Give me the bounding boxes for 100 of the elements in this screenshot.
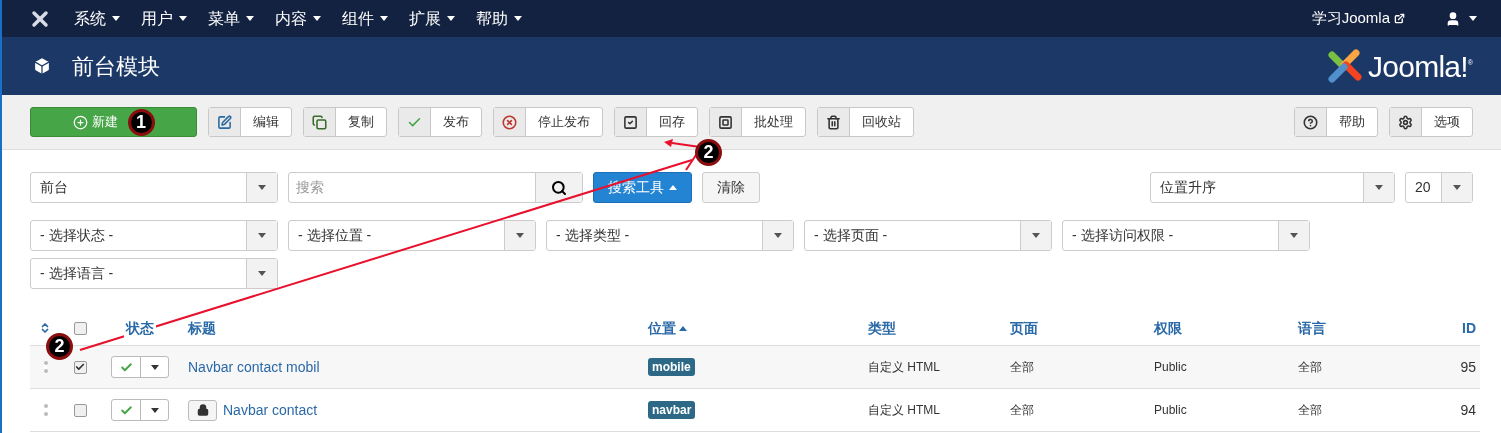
toolbar-button[interactable]: 选项 — [1389, 107, 1473, 137]
position-badge: navbar — [648, 401, 696, 419]
cube-icon — [32, 56, 52, 76]
trash-icon — [826, 114, 841, 130]
status-button[interactable] — [111, 399, 169, 421]
step-marker: 1 — [127, 108, 155, 136]
table-cell: 全部 — [1010, 360, 1034, 374]
page-title: 前台模块 — [72, 52, 160, 81]
toolbar-button[interactable]: 发布 — [398, 107, 482, 137]
caret-icon — [447, 16, 455, 21]
close-icon — [502, 114, 517, 130]
edit-icon — [217, 114, 232, 130]
drag-handle-icon[interactable] — [43, 404, 47, 416]
caret-icon — [774, 233, 782, 238]
toolbar-button[interactable]: 复制 — [303, 107, 387, 137]
column-header[interactable]: 权限 — [1154, 317, 1182, 339]
lock-icon — [196, 404, 209, 416]
menu-item[interactable]: 系统 — [74, 6, 120, 31]
drag-handle-icon[interactable] — [43, 361, 47, 373]
caret-icon — [516, 233, 524, 238]
title-link[interactable]: Navbar contact mobil — [188, 356, 320, 378]
caret-icon — [112, 16, 120, 21]
sort-icon[interactable] — [39, 322, 51, 334]
caret-icon — [380, 16, 388, 21]
table-cell: 自定义 HTML — [868, 403, 940, 417]
search-field[interactable]: 搜索 — [288, 172, 583, 203]
user-icon — [1445, 10, 1461, 27]
menu-item[interactable]: 帮助 — [476, 6, 522, 31]
logo-text: Joomla! — [1368, 48, 1468, 85]
lock-button[interactable] — [188, 399, 217, 421]
column-header[interactable]: 类型 — [868, 317, 896, 339]
caret-icon — [514, 16, 522, 21]
search-input[interactable]: 搜索 — [289, 173, 535, 202]
position-badge: mobile — [648, 358, 695, 376]
table-cell: 全部 — [1010, 403, 1034, 417]
title-link[interactable]: Navbar contact — [223, 399, 318, 421]
caret-icon — [1290, 233, 1298, 238]
menu-item[interactable]: 内容 — [275, 6, 321, 31]
new-button[interactable]: 新建 1 — [30, 107, 197, 137]
table-cell: 自定义 HTML — [868, 360, 940, 374]
site-link[interactable]: 学习Joomla — [1311, 7, 1405, 30]
check-icon — [119, 403, 133, 417]
select-field[interactable]: 前台 — [30, 172, 278, 203]
table-cell: 全部 — [1298, 360, 1322, 374]
toolbar-button[interactable]: 编辑 — [208, 107, 292, 137]
column-header[interactable]: 标题 — [188, 317, 216, 339]
column-header[interactable]: 语言 — [1298, 317, 1326, 339]
copy-icon — [312, 114, 327, 130]
help-icon — [1303, 114, 1318, 130]
check-icon — [119, 360, 133, 374]
caret-icon — [1453, 185, 1461, 190]
toolbar-button[interactable]: 回收站 — [817, 107, 914, 137]
checkbox[interactable] — [73, 321, 87, 335]
menu-item[interactable]: 组件 — [342, 6, 388, 31]
menu-item[interactable]: 菜单 — [208, 6, 254, 31]
caret-icon — [258, 185, 266, 190]
table-cell: Public — [1154, 403, 1187, 417]
checkbox[interactable] — [73, 360, 87, 374]
select-field[interactable]: - 选择语言 - — [30, 258, 278, 289]
checkbox-icon — [623, 114, 638, 130]
select-field[interactable]: - 选择位置 - — [288, 220, 536, 251]
select-field[interactable]: - 选择访问权限 - — [1062, 220, 1310, 251]
clear-button[interactable]: 清除 — [702, 172, 760, 203]
table-cell: 全部 — [1298, 403, 1322, 417]
checkbox[interactable] — [73, 403, 87, 417]
column-header[interactable]: 页面 — [1010, 317, 1038, 339]
caret-icon — [258, 271, 266, 276]
select-field[interactable]: - 选择类型 - — [546, 220, 794, 251]
column-header[interactable]: ID — [1462, 317, 1476, 339]
caret-icon — [150, 364, 159, 370]
table-cell: Public — [1154, 360, 1187, 374]
select-field[interactable]: 位置升序 — [1150, 172, 1395, 203]
settings-icon — [1398, 114, 1413, 130]
caret-icon — [1032, 233, 1040, 238]
toolbar-button[interactable]: 帮助 — [1294, 107, 1378, 137]
user-menu[interactable] — [1445, 10, 1477, 27]
caret-icon — [313, 16, 321, 21]
search-icon — [551, 179, 567, 196]
external-link-icon — [1394, 13, 1405, 24]
toolbar-button[interactable]: 回存 — [614, 107, 698, 137]
select-field[interactable]: - 选择状态 - — [30, 220, 278, 251]
status-button[interactable] — [111, 356, 169, 378]
column-header[interactable]: 位置 — [648, 317, 687, 339]
caret-icon — [679, 325, 687, 331]
caret-icon — [246, 16, 254, 21]
toolbar-button[interactable]: 批处理 — [709, 107, 806, 137]
caret-icon — [258, 233, 266, 238]
table-cell-text: 94 — [1460, 400, 1476, 420]
square-icon — [718, 114, 733, 130]
table-cell-text: 95 — [1460, 357, 1476, 377]
caret-icon — [179, 16, 187, 21]
menu-item[interactable]: 扩展 — [409, 6, 455, 31]
caret-icon — [1469, 16, 1477, 21]
select-field[interactable]: - 选择页面 - — [804, 220, 1052, 251]
caret-icon — [150, 407, 159, 413]
toolbar-button[interactable]: 停止发布 — [493, 107, 603, 137]
select-field[interactable]: 20 — [1405, 172, 1473, 203]
plus-icon — [72, 114, 88, 130]
menu-item[interactable]: 用户 — [141, 6, 187, 31]
caret-icon — [669, 185, 677, 190]
